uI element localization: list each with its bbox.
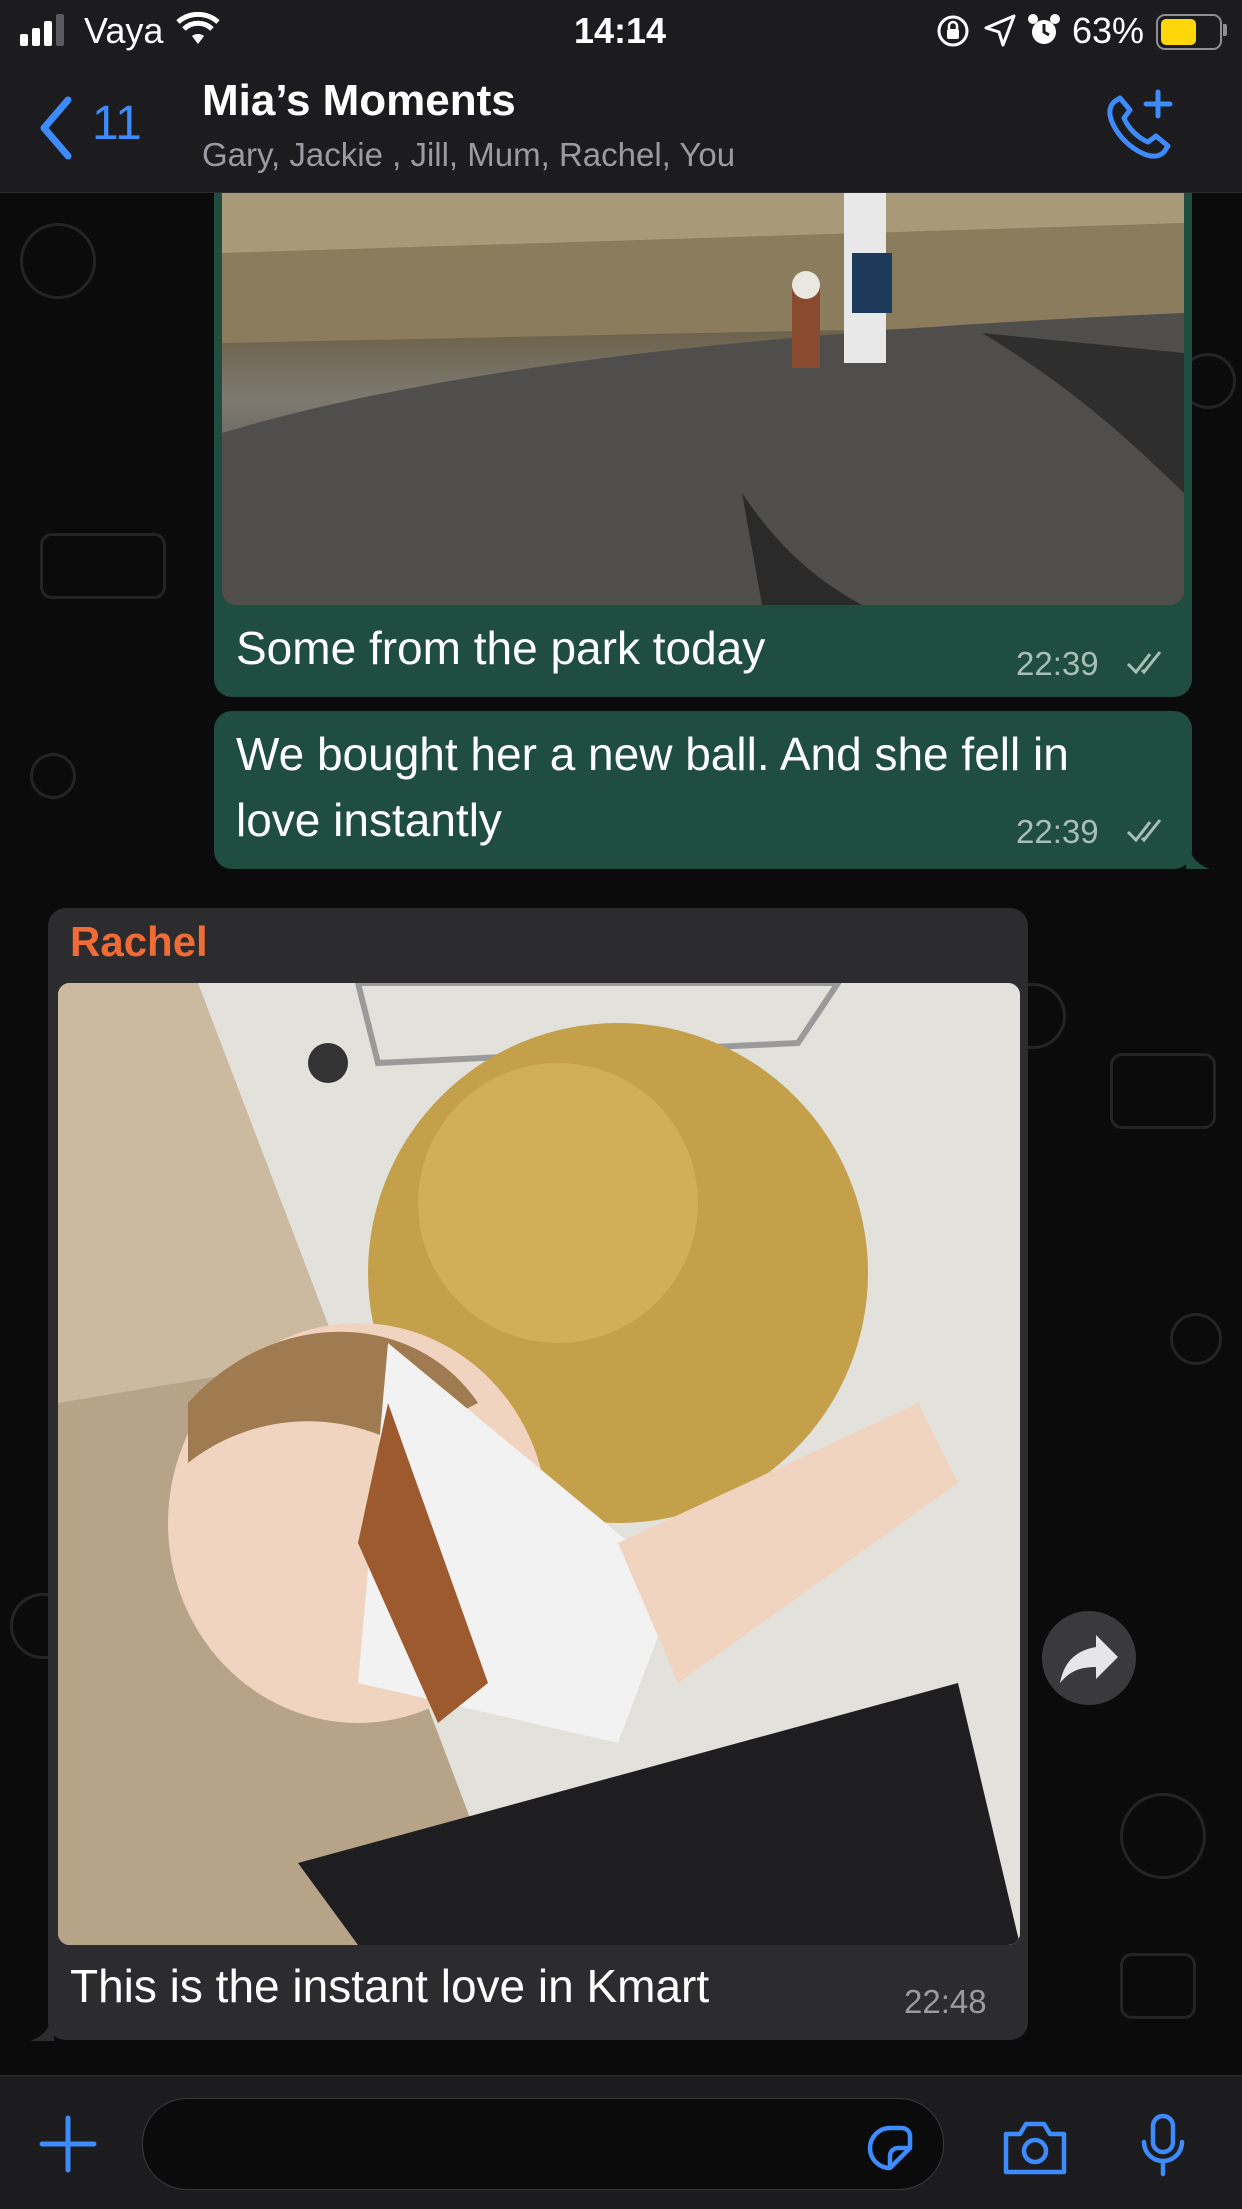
message-input[interactable] [142, 2098, 944, 2190]
message-caption: This is the instant love in Kmart [70, 1960, 710, 2012]
signal-icon [20, 14, 64, 46]
chat-area[interactable]: Some from the park today 22:39 We bought… [0, 193, 1242, 2075]
park-photo-image [222, 193, 1184, 605]
location-icon [984, 14, 1016, 47]
carrier-name: Vaya [84, 10, 164, 51]
read-receipt-icon [1126, 651, 1162, 675]
bubble-tail [1186, 839, 1210, 869]
battery-cap [1223, 24, 1227, 36]
clock-time: 14:14 [574, 10, 667, 51]
wifi-icon [176, 12, 220, 44]
wallpaper-doodle [1120, 1953, 1196, 2019]
battery-percent: 63% [1072, 10, 1145, 51]
wallpaper-doodle [1110, 1053, 1216, 1129]
chevron-left-icon [40, 96, 72, 160]
wallpaper-doodle [1170, 1313, 1222, 1365]
bubble-tail [30, 2011, 54, 2041]
wallpaper-doodle [40, 533, 166, 599]
sender-name: Rachel [70, 918, 208, 965]
camera-icon[interactable] [1000, 2118, 1070, 2178]
sticker-icon[interactable] [862, 2120, 918, 2176]
wallpaper-doodle [30, 753, 76, 799]
unread-count: 11 [92, 97, 142, 150]
participants-list: Gary, Jackie , Jill, Mum, Rachel, You [202, 136, 736, 173]
message-text: We bought her a new ball. And she fell i… [236, 728, 1069, 780]
wallpaper-doodle [1120, 1793, 1206, 1879]
message-time: 22:48 [904, 1983, 987, 2020]
kmart-photo-image [58, 983, 1020, 1945]
message-time: 22:39 [1016, 645, 1099, 682]
status-bar: Vaya 14:14 63% [0, 0, 1242, 62]
forward-icon [1060, 1635, 1118, 1683]
add-call-icon[interactable] [1100, 86, 1180, 166]
plus-icon[interactable] [38, 2114, 98, 2174]
input-bar [0, 2075, 1242, 2209]
message-photo[interactable] [222, 193, 1184, 605]
page-title: Mia’s Moments [202, 76, 516, 125]
message-caption: Some from the park today [236, 622, 766, 674]
message-text: love instantly [236, 794, 502, 846]
message-time: 22:39 [1016, 813, 1099, 850]
alarm-icon [1028, 14, 1060, 44]
microphone-icon[interactable] [1138, 2112, 1188, 2180]
wallpaper-doodle [20, 223, 96, 299]
message-photo[interactable] [58, 983, 1020, 1945]
rotation-lock-icon [937, 15, 969, 47]
forward-button[interactable] [1042, 1611, 1136, 1705]
battery-icon [1156, 14, 1222, 50]
read-receipt-icon [1126, 819, 1162, 843]
chat-header: 11 Mia’s Moments Gary, Jackie , Jill, Mu… [0, 62, 1242, 193]
